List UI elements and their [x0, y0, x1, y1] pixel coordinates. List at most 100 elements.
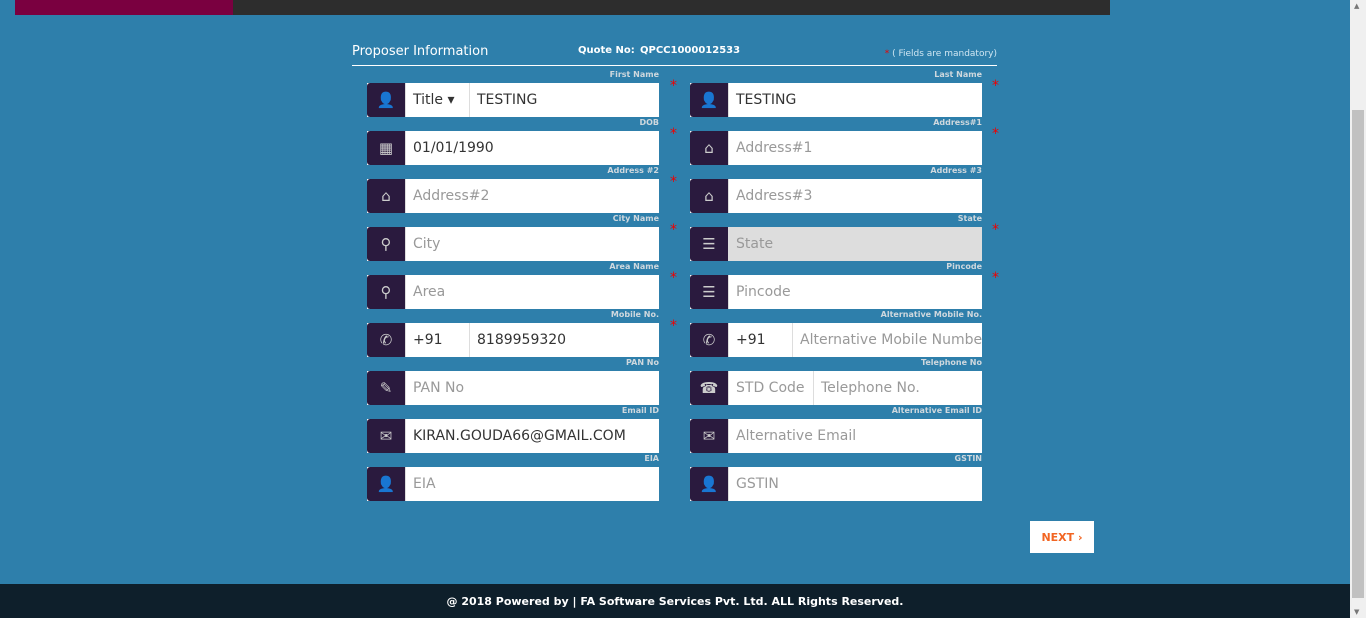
text-input[interactable]: Address#2 [405, 179, 659, 213]
user-icon: 👤 [690, 467, 728, 501]
field-label: City Name [612, 214, 659, 223]
text-input[interactable]: Alternative Email [728, 419, 982, 453]
text-input[interactable]: Telephone No. [813, 371, 982, 405]
field-label: Area Name [609, 262, 659, 271]
required-star: * [670, 174, 677, 190]
text-input[interactable]: PAN No [405, 371, 659, 405]
phone-icon: ✆ [367, 323, 405, 357]
text-input[interactable]: +91 [728, 323, 792, 357]
text-input[interactable]: Alternative Mobile Number [792, 323, 982, 357]
text-input[interactable]: EIA [405, 467, 659, 501]
field-label: EIA [644, 454, 659, 463]
envelope-icon: ✉ [367, 419, 405, 453]
input-group: ⌂ Address#1 [690, 131, 982, 165]
required-star: * [670, 318, 677, 334]
home-icon: ⌂ [367, 179, 405, 213]
text-input[interactable]: TESTING [469, 83, 659, 117]
field-label: Telephone No [920, 358, 982, 367]
user-icon: 👤 [367, 467, 405, 501]
home-icon: ⌂ [690, 131, 728, 165]
required-star: * [884, 49, 890, 59]
input-group: ☰ State [690, 227, 982, 261]
brand-bar [15, 0, 233, 15]
quote-number: QPCC1000012533 [640, 45, 741, 56]
input-group: ✆ +91 Alternative Mobile Number [690, 323, 982, 357]
map-marker-icon: ⚲ [367, 275, 405, 309]
quote-label: Quote No: [578, 45, 635, 56]
section-header: Proposer Information Quote No: QPCC10000… [352, 42, 997, 66]
input-group: ⚲ City [367, 227, 659, 261]
envelope-icon: ✉ [690, 419, 728, 453]
input-group: 👤 Title ▾ TESTING [367, 83, 659, 117]
field-label: Mobile No. [610, 310, 659, 319]
text-input[interactable]: Area [405, 275, 659, 309]
text-input[interactable]: Pincode [728, 275, 982, 309]
telephone-icon: ☎ [690, 371, 728, 405]
input-group: 👤 TESTING [690, 83, 982, 117]
scrollbar[interactable]: ▲ ▼ [1350, 0, 1366, 618]
input-group: 👤 EIA [367, 467, 659, 501]
required-star: * [670, 78, 677, 94]
input-group: ✉ KIRAN.GOUDA66@GMAIL.COM [367, 419, 659, 453]
required-star: * [670, 126, 677, 142]
text-input[interactable]: State [728, 227, 982, 261]
scroll-up-icon[interactable]: ▲ [1354, 2, 1359, 10]
text-input[interactable]: Address#1 [728, 131, 982, 165]
pencil-icon: ✎ [367, 371, 405, 405]
field-label: Alternative Email ID [891, 406, 982, 415]
text-input[interactable]: TESTING [728, 83, 982, 117]
input-group: ☰ Pincode [690, 275, 982, 309]
text-input[interactable]: 01/01/1990 [405, 131, 659, 165]
text-input[interactable]: STD Code [728, 371, 813, 405]
field-label: Address#1 [933, 118, 982, 127]
scrollbar-thumb[interactable] [1352, 110, 1364, 598]
phone-icon: ✆ [690, 323, 728, 357]
next-button[interactable]: NEXT › [1030, 521, 1094, 553]
section-title: Proposer Information [352, 44, 489, 59]
field-label: Address #2 [607, 166, 659, 175]
input-group: ⌂ Address#3 [690, 179, 982, 213]
required-star: * [992, 222, 999, 238]
required-star: * [670, 270, 677, 286]
list-icon: ☰ [690, 227, 728, 261]
input-group: ✎ PAN No [367, 371, 659, 405]
input-group: ✆ +91 8189959320 [367, 323, 659, 357]
top-nav-bar [15, 0, 1110, 15]
input-group: 👤 GSTIN [690, 467, 982, 501]
field-label: Address #3 [930, 166, 982, 175]
text-input[interactable]: City [405, 227, 659, 261]
home-icon: ⌂ [690, 179, 728, 213]
required-star: * [992, 270, 999, 286]
field-label: First Name [609, 70, 659, 79]
text-input[interactable]: KIRAN.GOUDA66@GMAIL.COM [405, 419, 659, 453]
map-marker-icon: ⚲ [367, 227, 405, 261]
field-label: GSTIN [954, 454, 982, 463]
field-label: Pincode [946, 262, 982, 271]
field-label: Alternative Mobile No. [880, 310, 982, 319]
text-input[interactable]: GSTIN [728, 467, 982, 501]
input-group: ⚲ Area [367, 275, 659, 309]
field-label: PAN No [626, 358, 659, 367]
title-select[interactable]: Title ▾ [405, 83, 469, 117]
input-group: ⌂ Address#2 [367, 179, 659, 213]
field-label: Email ID [621, 406, 659, 415]
scroll-down-icon[interactable]: ▼ [1354, 608, 1359, 616]
calendar-icon: ▦ [367, 131, 405, 165]
field-label: DOB [639, 118, 659, 127]
footer: @ 2018 Powered by | FA Software Services… [0, 584, 1350, 618]
required-star: * [670, 222, 677, 238]
list-icon: ☰ [690, 275, 728, 309]
field-label: Last Name [934, 70, 982, 79]
input-group: ☎ STD Code Telephone No. [690, 371, 982, 405]
user-icon: 👤 [690, 83, 728, 117]
input-group: ▦ 01/01/1990 [367, 131, 659, 165]
input-group: ✉ Alternative Email [690, 419, 982, 453]
mandatory-text: ( Fields are mandatory) [892, 49, 997, 59]
text-input[interactable]: +91 [405, 323, 469, 357]
field-label: State [957, 214, 982, 223]
required-star: * [992, 126, 999, 142]
user-icon: 👤 [367, 83, 405, 117]
text-input[interactable]: 8189959320 [469, 323, 659, 357]
text-input[interactable]: Address#3 [728, 179, 982, 213]
required-star: * [992, 78, 999, 94]
